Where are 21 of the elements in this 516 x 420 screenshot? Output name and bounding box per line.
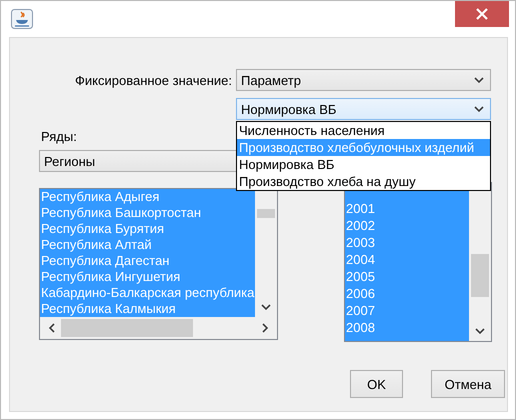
parameter-dropdown[interactable]: Нормировка ВБ <box>236 98 491 120</box>
dropdown-option[interactable]: Производство хлебобулочных изделий <box>237 139 490 156</box>
chevron-left-icon[interactable] <box>48 323 55 333</box>
close-button[interactable] <box>455 1 509 27</box>
region-item[interactable]: Кабардино-Балкарская республика <box>40 285 255 301</box>
horizontal-scrollbar[interactable] <box>40 317 277 339</box>
vertical-scrollbar[interactable] <box>255 189 277 317</box>
close-icon <box>476 8 488 20</box>
chevron-down-icon[interactable] <box>475 328 485 335</box>
cancel-button[interactable]: Отмена <box>431 370 505 398</box>
chevron-down-icon[interactable] <box>261 304 271 311</box>
scroll-thumb[interactable] <box>61 319 193 337</box>
ok-button[interactable]: OK <box>350 370 403 398</box>
chevron-down-icon[interactable] <box>474 76 484 84</box>
fixed-value-dropdown[interactable]: Параметр <box>236 69 491 91</box>
scroll-thumb[interactable] <box>471 254 489 297</box>
chevron-down-icon[interactable] <box>474 106 484 112</box>
chevron-right-icon[interactable] <box>262 323 269 333</box>
scroll-thumb[interactable] <box>257 209 275 218</box>
fixed-value-label: Фиксированное значение: <box>74 72 232 88</box>
cup-icon <box>11 9 33 29</box>
